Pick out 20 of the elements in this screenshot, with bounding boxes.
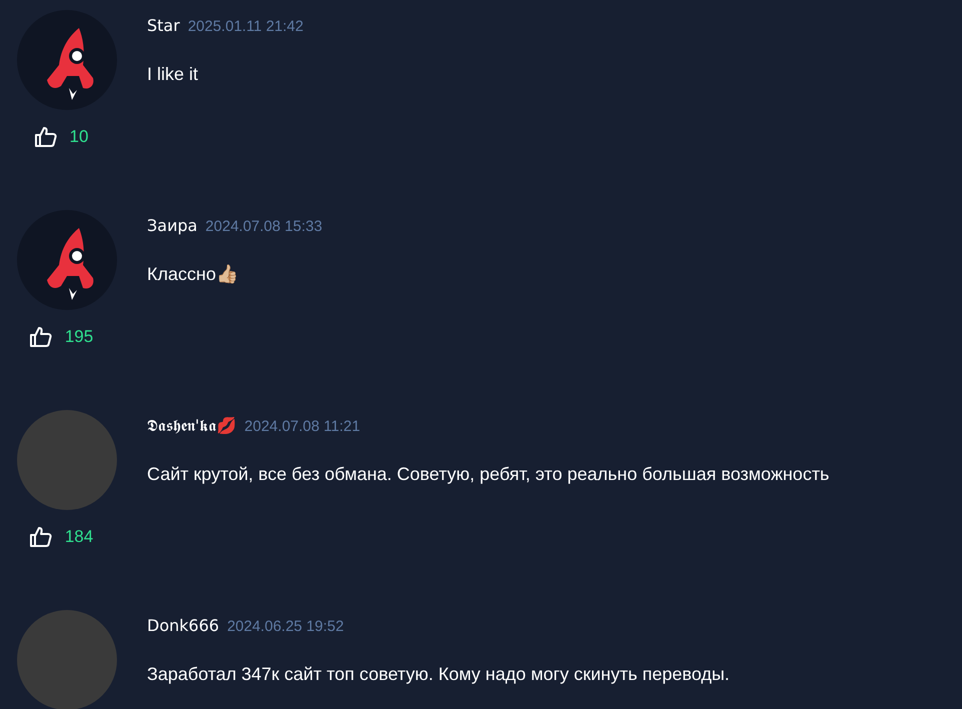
author-name: Donk666 [147, 615, 220, 637]
comment-text: Классно👍🏼 [147, 262, 239, 286]
author-name: Star [147, 15, 180, 37]
rocket-logo-icon [17, 10, 117, 110]
author-name: 𝕯𝖆𝖘𝖍𝖊𝖓'𝖐𝖆💋 [147, 415, 236, 437]
like-count: 195 [64, 326, 94, 348]
thumbs-up-icon[interactable] [34, 126, 58, 148]
comment-date: 2024.07.08 11:21 [244, 417, 360, 437]
comment-text: Заработал 347к сайт топ советую. Кому надо могу скинуть переводы. [147, 662, 730, 686]
rocket-logo-icon [17, 210, 117, 310]
comment-date: 2025.01.11 21:42 [188, 17, 304, 37]
comment-date: 2024.06.25 19:52 [227, 617, 344, 637]
comment-text: I like it [147, 62, 200, 86]
thumbs-up-icon[interactable] [28, 326, 53, 348]
comment-text: Сайт крутой, все без обмана. Советую, ребят, это реально большая возможность [147, 462, 830, 486]
author-name: Заира [147, 215, 198, 237]
like-count: 184 [64, 526, 94, 548]
comment-date: 2024.07.08 15:33 [205, 217, 322, 237]
thumbs-up-icon[interactable] [28, 526, 53, 548]
like-count: 10 [70, 126, 88, 148]
